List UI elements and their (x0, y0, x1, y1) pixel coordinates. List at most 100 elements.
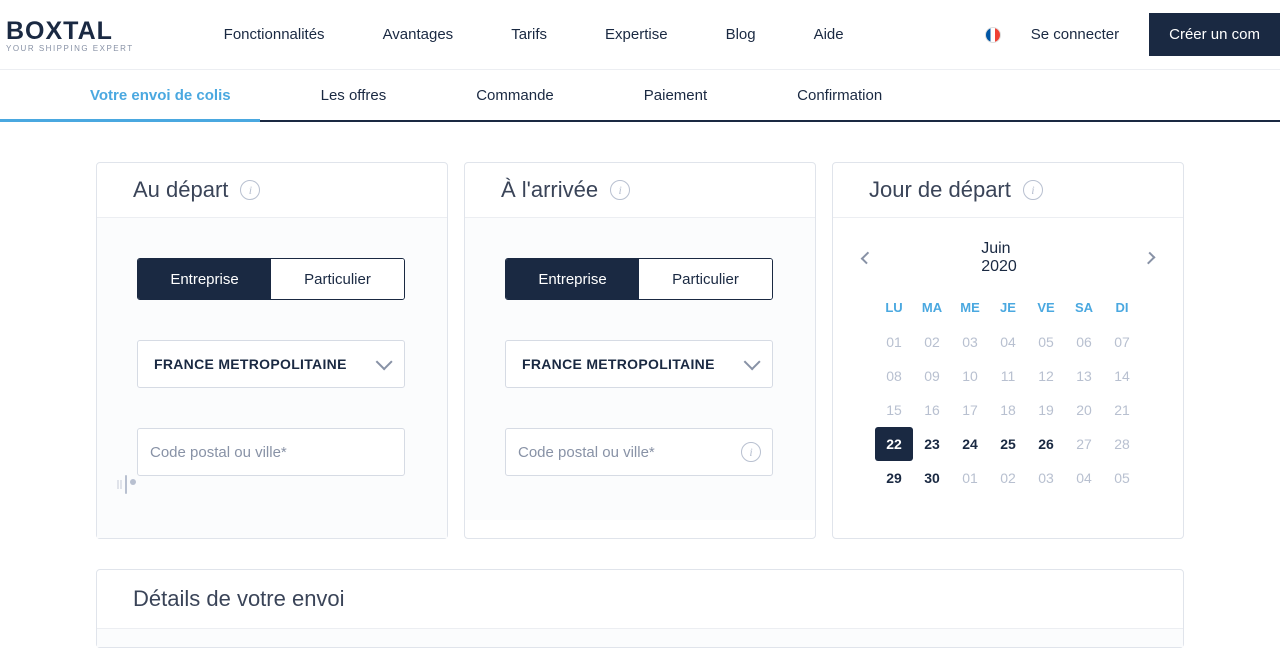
calendar-dow: ME (951, 294, 989, 325)
calendar-day: 10 (951, 359, 989, 393)
nav-right: Se connecter Créer un com (985, 13, 1280, 56)
depart-title: Au départ (133, 177, 228, 203)
info-icon[interactable]: i (240, 180, 260, 200)
calendar-day: 01 (951, 461, 989, 495)
card-header-arrivee: À l'arrivée i (465, 163, 815, 218)
calendar-day: 02 (989, 461, 1027, 495)
calendar-day: 06 (1065, 325, 1103, 359)
contacts-icon[interactable] (125, 475, 127, 494)
card-depart: Au départ i Entreprise Particulier FRANC… (96, 162, 448, 539)
step-offres: Les offres (321, 87, 387, 104)
calendar-day[interactable]: 25 (989, 427, 1027, 461)
calendar-next-icon[interactable] (1142, 252, 1155, 265)
nav-expertise[interactable]: Expertise (605, 26, 668, 43)
form-container: Au départ i Entreprise Particulier FRANC… (96, 162, 1184, 539)
depart-type-toggle: Entreprise Particulier (137, 258, 405, 300)
nav-links: Fonctionnalités Avantages Tarifs Experti… (224, 26, 844, 43)
depart-country-select[interactable]: FRANCE METROPOLITAINE (137, 340, 405, 388)
info-icon[interactable]: i (610, 180, 630, 200)
calendar-day: 02 (913, 325, 951, 359)
calendar-body: Juin 2020 LUMAMEJEVESADI0102030405060708… (833, 218, 1183, 523)
calendar-day[interactable]: 26 (1027, 427, 1065, 461)
calendar-day[interactable]: 29 (875, 461, 913, 495)
calendar-dow: LU (875, 294, 913, 325)
calendar-day[interactable]: 22 (875, 427, 913, 461)
step-envoi[interactable]: Votre envoi de colis (90, 87, 231, 104)
chevron-down-icon (376, 353, 393, 370)
calendar-day: 04 (1065, 461, 1103, 495)
depart-particulier-button[interactable]: Particulier (271, 259, 404, 299)
calendar-day: 04 (989, 325, 1027, 359)
calendar-day: 07 (1103, 325, 1141, 359)
card-header-calendar: Jour de départ i (833, 163, 1183, 218)
calendar-dow: DI (1103, 294, 1141, 325)
chevron-down-icon (744, 353, 761, 370)
calendar-day[interactable]: 23 (913, 427, 951, 461)
calendar-day: 15 (875, 393, 913, 427)
details-body (97, 629, 1183, 647)
calendar-dow: SA (1065, 294, 1103, 325)
info-icon[interactable]: i (1023, 180, 1043, 200)
arrivee-country-value: FRANCE METROPOLITAINE (522, 356, 715, 372)
calendar-day: 08 (875, 359, 913, 393)
calendar-day: 12 (1027, 359, 1065, 393)
arrivee-type-toggle: Entreprise Particulier (505, 258, 773, 300)
calendar-day: 13 (1065, 359, 1103, 393)
flag-fr-icon[interactable] (985, 27, 1001, 43)
calendar-day: 20 (1065, 393, 1103, 427)
nav-avantages[interactable]: Avantages (383, 26, 454, 43)
calendar-day: 27 (1065, 427, 1103, 461)
arrivee-country-select[interactable]: FRANCE METROPOLITAINE (505, 340, 773, 388)
info-icon[interactable]: i (741, 442, 761, 462)
arrivee-postal-input[interactable] (505, 428, 773, 476)
depart-entreprise-button[interactable]: Entreprise (138, 259, 271, 299)
calendar-day: 28 (1103, 427, 1141, 461)
calendar-day: 09 (913, 359, 951, 393)
nav-fonctionnalites[interactable]: Fonctionnalités (224, 26, 325, 43)
create-account-button[interactable]: Créer un com (1149, 13, 1280, 56)
arrivee-title: À l'arrivée (501, 177, 598, 203)
calendar-day: 19 (1027, 393, 1065, 427)
calendar-prev-icon[interactable] (861, 252, 874, 265)
card-header-depart: Au départ i (97, 163, 447, 218)
step-commande: Commande (476, 87, 554, 104)
card-calendar: Jour de départ i Juin 2020 LUMAMEJEVESAD… (832, 162, 1184, 539)
logo[interactable]: BOXTAL YOUR SHIPPING EXPERT (6, 17, 134, 53)
arrivee-entreprise-button[interactable]: Entreprise (506, 259, 639, 299)
calendar-day: 05 (1103, 461, 1141, 495)
nav-blog[interactable]: Blog (726, 26, 756, 43)
steps-bar: Votre envoi de colis Les offres Commande… (0, 70, 1280, 122)
calendar-day: 16 (913, 393, 951, 427)
card-arrivee: À l'arrivée i Entreprise Particulier FRA… (464, 162, 816, 539)
calendar-day: 01 (875, 325, 913, 359)
depart-postal-input[interactable] (137, 428, 405, 476)
calendar-title: Jour de départ (869, 177, 1011, 203)
arrivee-particulier-button[interactable]: Particulier (639, 259, 772, 299)
depart-postal-wrap (137, 428, 405, 494)
calendar-day: 18 (989, 393, 1027, 427)
calendar-day: 03 (951, 325, 989, 359)
arrivee-body: Entreprise Particulier FRANCE METROPOLIT… (465, 218, 815, 520)
nav-aide[interactable]: Aide (814, 26, 844, 43)
top-nav: BOXTAL YOUR SHIPPING EXPERT Fonctionnali… (0, 0, 1280, 70)
login-link[interactable]: Se connecter (1031, 26, 1119, 43)
calendar-day: 03 (1027, 461, 1065, 495)
calendar-day[interactable]: 24 (951, 427, 989, 461)
step-paiement: Paiement (644, 87, 707, 104)
depart-country-value: FRANCE METROPOLITAINE (154, 356, 347, 372)
calendar-dow: MA (913, 294, 951, 325)
calendar-day: 11 (989, 359, 1027, 393)
calendar-grid: LUMAMEJEVESADI01020304050607080910111213… (863, 294, 1153, 495)
details-title: Détails de votre envoi (97, 570, 1183, 629)
calendar-dow: JE (989, 294, 1027, 325)
calendar-day: 17 (951, 393, 989, 427)
logo-tagline: YOUR SHIPPING EXPERT (6, 44, 134, 53)
calendar-day[interactable]: 30 (913, 461, 951, 495)
calendar-day: 21 (1103, 393, 1141, 427)
calendar-day: 05 (1027, 325, 1065, 359)
arrivee-postal-wrap: i (505, 428, 773, 476)
nav-tarifs[interactable]: Tarifs (511, 26, 547, 43)
calendar-nav: Juin 2020 (863, 240, 1153, 276)
calendar-dow: VE (1027, 294, 1065, 325)
calendar-day: 14 (1103, 359, 1141, 393)
